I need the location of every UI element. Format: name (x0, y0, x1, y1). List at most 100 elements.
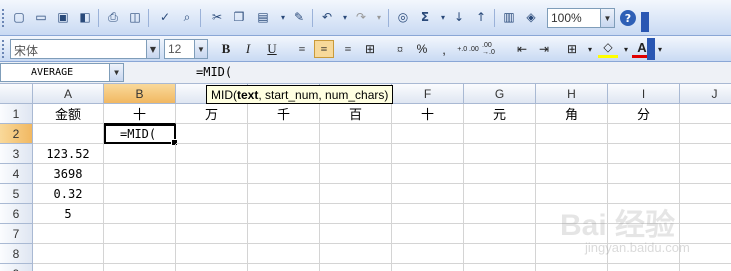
cell-e7[interactable] (320, 224, 392, 244)
format-painter-icon[interactable]: ✎ (290, 8, 308, 26)
cell-f8[interactable] (392, 244, 464, 264)
cell-h3[interactable] (536, 144, 608, 164)
cell-b6[interactable] (104, 204, 176, 224)
chevron-down-icon[interactable]: ▼ (109, 64, 123, 81)
chevron-down-icon[interactable]: ▼ (194, 40, 207, 58)
row-header-5[interactable]: 5 (0, 184, 33, 204)
cell-f6[interactable] (392, 204, 464, 224)
toolbar-options-icon[interactable] (641, 12, 649, 32)
cell-f2[interactable] (392, 124, 464, 144)
cell-j2[interactable] (680, 124, 731, 144)
column-header-j[interactable]: J (680, 84, 731, 104)
bold-button[interactable]: B (216, 40, 236, 58)
redo-icon[interactable]: ↷ (352, 8, 370, 26)
cell-b9[interactable] (104, 264, 176, 271)
cell-f5[interactable] (392, 184, 464, 204)
new-icon[interactable]: ▢ (10, 8, 28, 26)
cell-c7[interactable] (176, 224, 248, 244)
zoom-select[interactable]: 100% ▼ (547, 8, 615, 28)
cell-b4[interactable] (104, 164, 176, 184)
permission-icon[interactable]: ◧ (76, 8, 94, 26)
name-box[interactable]: AVERAGE ▼ (0, 63, 124, 82)
cell-g1[interactable]: 元 (464, 104, 536, 124)
column-header-i[interactable]: I (608, 84, 680, 104)
drawing-icon[interactable]: ◈ (522, 8, 540, 26)
tooltip-current-arg[interactable]: text (237, 88, 258, 102)
cell-b7[interactable] (104, 224, 176, 244)
align-left-icon[interactable]: ≡ (292, 40, 312, 58)
font-size-select[interactable]: 12 ▼ (164, 39, 208, 59)
open-icon[interactable]: ▭ (32, 8, 50, 26)
cell-g7[interactable] (464, 224, 536, 244)
row-header-2[interactable]: 2 (0, 124, 33, 144)
column-header-b[interactable]: B (104, 84, 176, 104)
merge-center-icon[interactable]: ⊞ (360, 40, 380, 58)
chevron-down-icon[interactable]: ▼ (600, 9, 614, 27)
cell-j4[interactable] (680, 164, 731, 184)
cell-j3[interactable] (680, 144, 731, 164)
italic-button[interactable]: I (238, 40, 258, 58)
cell-e1[interactable]: 百 (320, 104, 392, 124)
cut-icon[interactable]: ✂ (208, 8, 226, 26)
cell-g6[interactable] (464, 204, 536, 224)
cell-d7[interactable] (248, 224, 320, 244)
copy-icon[interactable]: ❐ (230, 8, 248, 26)
cell-c2[interactable] (176, 124, 248, 144)
column-header-f[interactable]: F (392, 84, 464, 104)
cell-g4[interactable] (464, 164, 536, 184)
cell-d4[interactable] (248, 164, 320, 184)
cell-j9[interactable] (680, 264, 731, 271)
cell-d8[interactable] (248, 244, 320, 264)
cell-f1[interactable]: 十 (392, 104, 464, 124)
cell-e6[interactable] (320, 204, 392, 224)
cell-i1[interactable]: 分 (608, 104, 680, 124)
cell-c1[interactable]: 万 (176, 104, 248, 124)
row-header-3[interactable]: 3 (0, 144, 33, 164)
cell-a2[interactable] (33, 124, 104, 144)
formula-input[interactable]: =MID( (196, 65, 232, 79)
row-header-1[interactable]: 1 (0, 104, 33, 124)
cell-a7[interactable] (33, 224, 104, 244)
cell-e5[interactable] (320, 184, 392, 204)
toolbar-options-icon[interactable] (647, 38, 655, 60)
cell-a3[interactable]: 123.52 (33, 144, 104, 164)
decrease-indent-icon[interactable]: ⇤ (512, 40, 532, 58)
cell-g3[interactable] (464, 144, 536, 164)
row-header-6[interactable]: 6 (0, 204, 33, 224)
cell-g9[interactable] (464, 264, 536, 271)
cell-i2[interactable] (608, 124, 680, 144)
cell-a9[interactable] (33, 264, 104, 271)
cell-d3[interactable] (248, 144, 320, 164)
fill-color-icon[interactable]: ◇ (598, 40, 618, 58)
increase-indent-icon[interactable]: ⇥ (534, 40, 554, 58)
align-right-icon[interactable]: ≡ (338, 40, 358, 58)
increase-decimal-button[interactable]: +.0 .00 (456, 40, 480, 58)
cell-f4[interactable] (392, 164, 464, 184)
currency-icon[interactable]: ¤ (390, 40, 410, 58)
toolbar-grip[interactable] (2, 40, 6, 58)
comma-button[interactable]: , (434, 40, 454, 58)
cell-e3[interactable] (320, 144, 392, 164)
cell-c6[interactable] (176, 204, 248, 224)
cell-b8[interactable] (104, 244, 176, 264)
underline-button[interactable]: U (262, 40, 282, 58)
cell-e4[interactable] (320, 164, 392, 184)
column-header-h[interactable]: H (536, 84, 608, 104)
column-header-g[interactable]: G (464, 84, 536, 104)
cell-g5[interactable] (464, 184, 536, 204)
cell-c9[interactable] (176, 264, 248, 271)
row-header-7[interactable]: 7 (0, 224, 33, 244)
cell-g2[interactable] (464, 124, 536, 144)
cell-b3[interactable] (104, 144, 176, 164)
cell-a4[interactable]: 3698 (33, 164, 104, 184)
row-header-4[interactable]: 4 (0, 164, 33, 184)
cell-j6[interactable] (680, 204, 731, 224)
cell-b1[interactable]: 十 (104, 104, 176, 124)
font-name-select[interactable]: 宋体 ▼ (10, 39, 160, 59)
redo-dropdown-icon[interactable]: ▾ (370, 8, 388, 26)
paste-icon[interactable]: ▤ (254, 8, 272, 26)
cell-e9[interactable] (320, 264, 392, 271)
cell-c3[interactable] (176, 144, 248, 164)
print-icon[interactable]: ⎙ (104, 8, 122, 26)
cell-b5[interactable] (104, 184, 176, 204)
